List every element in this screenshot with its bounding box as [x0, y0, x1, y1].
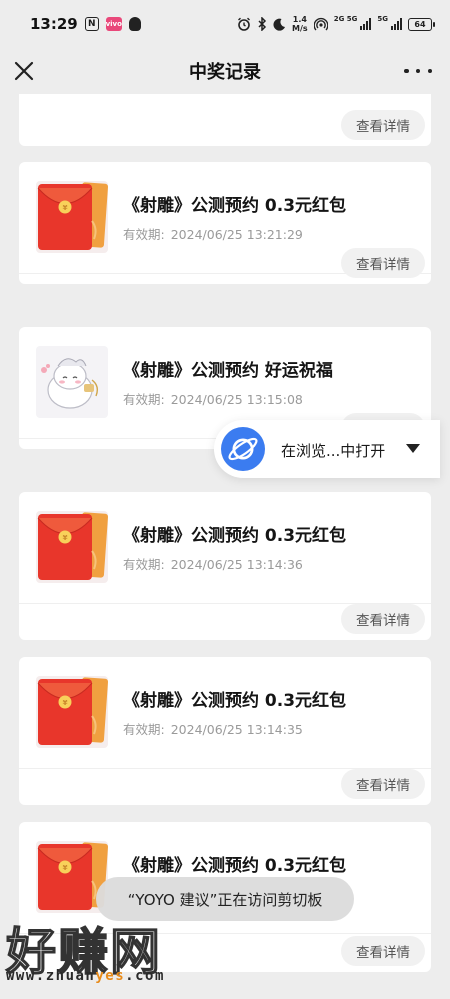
view-detail-button[interactable]: 查看详情: [341, 110, 425, 140]
svg-text:¥: ¥: [63, 204, 68, 212]
record-card-partial: 查看详情: [19, 94, 431, 146]
red-envelope-icon: ¥: [36, 511, 108, 583]
validity-time: 2024/06/25 13:14:35: [170, 722, 303, 737]
record-title: 《射雕》公测预约 0.3元红包: [123, 691, 347, 711]
signal-bars-icon: [391, 18, 402, 30]
validity-label: 有效期:: [123, 557, 165, 572]
red-envelope-thumbnail: ¥: [36, 511, 108, 583]
red-envelope-thumbnail: ¥: [36, 181, 108, 253]
net-speed: 1.4 M/s: [292, 15, 308, 33]
record-list: 查看详情 ¥ 《射雕》公测预约 0.3元红包 有效期: 2024/06/25 13…: [0, 94, 450, 999]
view-detail-button[interactable]: 查看详情: [341, 936, 425, 966]
status-time: 13:29: [30, 15, 78, 33]
sim1-tag: 2G 5G: [333, 15, 358, 23]
net-speed-value: 1.4: [292, 15, 307, 24]
validity-time: 2024/06/25 13:14:36: [170, 557, 303, 572]
status-right: 1.4 M/s 2G 5G 5G 64: [237, 15, 435, 33]
record-validity: 有效期: 2024/06/25 13:15:08: [123, 389, 303, 408]
net-speed-unit: M/s: [292, 24, 308, 33]
validity-time: 2024/06/25 13:21:29: [170, 227, 303, 242]
validity-label: 有效期:: [123, 392, 165, 407]
record-title: 《射雕》公测预约 0.3元红包: [123, 526, 347, 546]
record-title: 《射雕》公测预约 0.3元红包: [123, 856, 347, 876]
card-divider: [19, 933, 431, 934]
nfc-icon: N: [84, 17, 99, 31]
dropdown-caret-icon[interactable]: [406, 444, 420, 453]
red-envelope-icon: ¥: [36, 181, 108, 253]
view-detail-button[interactable]: 查看详情: [341, 248, 425, 278]
status-left: 13:29 N vivo: [30, 15, 141, 33]
blessing-character-thumbnail: [36, 346, 108, 418]
svg-text:¥: ¥: [63, 699, 68, 707]
browser-planet-icon: [221, 427, 265, 471]
qq-penguin-icon: [128, 17, 141, 31]
svg-text:¥: ¥: [63, 534, 68, 542]
clipboard-toast: “YOYO 建议”正在访问剪切板: [96, 877, 354, 921]
record-card[interactable]: ¥ 《射雕》公测预约 0.3元红包 有效期: 2024/06/25 13:14:3…: [19, 492, 431, 640]
open-in-browser-label: 在浏览...中打开: [281, 442, 386, 460]
close-icon[interactable]: [10, 55, 42, 87]
moon-icon: [273, 18, 286, 31]
record-title: 《射雕》公测预约 好运祝福: [123, 361, 333, 381]
vivo-app-icon: vivo: [106, 17, 122, 31]
validity-label: 有效期:: [123, 227, 165, 242]
nav-bar: 中奖记录: [0, 48, 450, 94]
record-card[interactable]: ¥ 《射雕》公测预约 0.3元红包 有效期: 2024/06/25 13:21:2…: [19, 162, 431, 284]
record-card[interactable]: ¥ 《射雕》公测预约 0.3元红包 有效期: 2024/06/25 13:14:3…: [19, 657, 431, 805]
battery-icon: 64: [408, 17, 435, 31]
open-in-browser-button[interactable]: 在浏览...中打开: [214, 420, 440, 478]
validity-time: 2024/06/25 13:15:08: [170, 392, 303, 407]
bluetooth-icon: [258, 17, 267, 31]
view-detail-button[interactable]: 查看详情: [341, 604, 425, 634]
validity-label: 有效期:: [123, 722, 165, 737]
red-envelope-icon: ¥: [36, 676, 108, 748]
record-validity: 有效期: 2024/06/25 13:14:35: [123, 719, 303, 738]
page-title: 中奖记录: [189, 62, 261, 83]
view-detail-button[interactable]: 查看详情: [341, 769, 425, 799]
more-dots-icon[interactable]: [404, 60, 432, 82]
record-validity: 有效期: 2024/06/25 13:14:36: [123, 554, 303, 573]
sim2-tag: 5G: [377, 15, 388, 23]
red-envelope-thumbnail: ¥: [36, 676, 108, 748]
record-validity: 有效期: 2024/06/25 13:21:29: [123, 224, 303, 243]
alarm-icon: [238, 17, 251, 31]
status-bar: 13:29 N vivo 1.4 M/s 2G 5G 5G 64: [0, 0, 450, 48]
hotspot-icon: [313, 17, 328, 31]
svg-text:¥: ¥: [63, 864, 68, 872]
blessing-character-icon: [36, 346, 108, 418]
record-title: 《射雕》公测预约 0.3元红包: [123, 196, 347, 216]
signal-bars-icon: [360, 18, 372, 30]
